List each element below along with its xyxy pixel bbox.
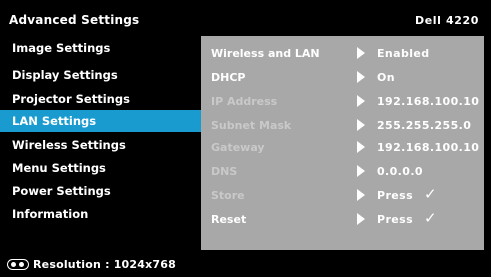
lan-settings-panel: Wireless and LAN Enabled DHCP On IP Addr… (201, 36, 484, 250)
checkmark-icon: ✓ (424, 209, 437, 227)
setting-value: Enabled (377, 47, 430, 60)
setting-row-store[interactable]: Store Press ✓ (201, 184, 484, 206)
sidebar-item-display-settings[interactable]: Display Settings (0, 64, 201, 86)
arrow-right-icon (357, 71, 365, 83)
sidebar-item-label: Display Settings (12, 68, 118, 82)
setting-value: Press (377, 213, 414, 226)
setting-value: 0.0.0.0 (377, 165, 423, 178)
checkmark-icon: ✓ (424, 185, 437, 203)
sidebar-item-image-settings[interactable]: Image Settings (0, 37, 201, 59)
sidebar-item-information[interactable]: Information (0, 203, 201, 225)
setting-label: DNS (211, 165, 238, 178)
sidebar-item-label: Wireless Settings (12, 138, 126, 152)
sidebar-item-label: Projector Settings (12, 92, 130, 106)
setting-label: Gateway (211, 141, 265, 154)
setting-value: 192.168.100.10 (377, 95, 480, 108)
monitor-input-icon (7, 259, 29, 270)
arrow-right-icon (357, 141, 365, 153)
setting-label: DHCP (211, 71, 246, 84)
menu-title: Advanced Settings (9, 13, 140, 27)
setting-row-wireless-and-lan[interactable]: Wireless and LAN Enabled (201, 42, 484, 64)
resolution-label: Resolution : (33, 258, 110, 271)
setting-value: 255.255.255.0 (377, 119, 472, 132)
arrow-right-icon (357, 47, 365, 59)
setting-row-ip-address[interactable]: IP Address 192.168.100.10 (201, 90, 484, 112)
setting-value: On (377, 71, 395, 84)
arrow-right-icon (357, 213, 365, 225)
sidebar-item-projector-settings[interactable]: Projector Settings (0, 88, 201, 110)
sidebar-item-label: LAN Settings (12, 114, 97, 128)
menu-header: Advanced Settings Dell 4220 (0, 0, 491, 36)
setting-value: 192.168.100.10 (377, 141, 480, 154)
sidebar-item-label: Information (12, 207, 89, 221)
resolution-value: 1024x768 (113, 258, 176, 271)
setting-row-dhcp[interactable]: DHCP On (201, 66, 484, 88)
sidebar-item-label: Power Settings (12, 184, 111, 198)
sidebar-item-lan-settings[interactable]: LAN Settings (0, 110, 201, 132)
sidebar-item-power-settings[interactable]: Power Settings (0, 180, 201, 202)
setting-row-subnet-mask[interactable]: Subnet Mask 255.255.255.0 (201, 114, 484, 136)
setting-label: Store (211, 189, 245, 202)
setting-row-dns[interactable]: DNS 0.0.0.0 (201, 160, 484, 182)
arrow-right-icon (357, 189, 365, 201)
setting-label: IP Address (211, 95, 278, 108)
arrow-right-icon (357, 165, 365, 177)
arrow-right-icon (357, 119, 365, 131)
setting-row-gateway[interactable]: Gateway 192.168.100.10 (201, 136, 484, 158)
sidebar-item-menu-settings[interactable]: Menu Settings (0, 157, 201, 179)
settings-sidebar: Image Settings Display Settings Projecto… (0, 36, 201, 250)
setting-label: Reset (211, 213, 247, 226)
sidebar-item-label: Image Settings (12, 41, 111, 55)
setting-label: Wireless and LAN (211, 47, 320, 60)
sidebar-item-label: Menu Settings (12, 161, 106, 175)
resolution-readout: Resolution :1024x768 (33, 258, 176, 271)
setting-label: Subnet Mask (211, 119, 292, 132)
projector-model: Dell 4220 (415, 14, 479, 27)
setting-row-reset[interactable]: Reset Press ✓ (201, 208, 484, 230)
sidebar-item-wireless-settings[interactable]: Wireless Settings (0, 134, 201, 156)
setting-value: Press (377, 189, 414, 202)
status-footer: Resolution :1024x768 (0, 250, 491, 277)
arrow-right-icon (357, 95, 365, 107)
